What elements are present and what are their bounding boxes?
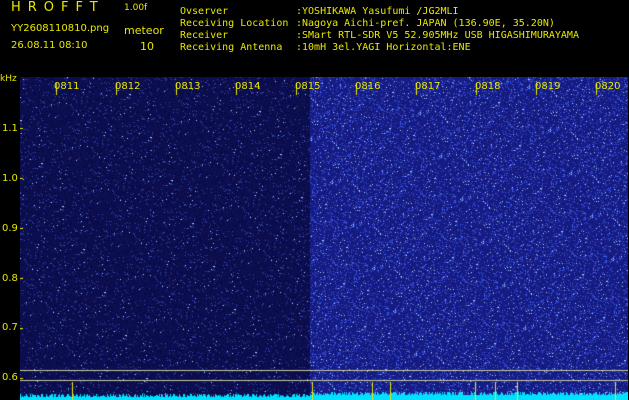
version-label: 1.00f: [124, 3, 148, 13]
time-tick-0815: 0815: [295, 81, 321, 92]
y-axis-unit: kHz: [0, 74, 17, 84]
meteor-count: 10: [140, 40, 154, 53]
station-value-location: :Nagoya Aichi-pref. JAPAN (136.90E, 35.2…: [296, 18, 555, 29]
datetime-label: 26.08.11 08:10: [11, 40, 88, 51]
filename-label: YY2608110810.png: [11, 23, 110, 34]
station-key-antenna: Receiving Antenna: [180, 42, 283, 53]
time-tick-0819: 0819: [535, 81, 561, 92]
station-key-location: Receiving Location: [180, 18, 289, 29]
station-value-receiver: :SMart RTL-SDR V5 52.905MHz USB HIGASHIM…: [296, 30, 579, 41]
y-tick-0.8: 0.8: [2, 273, 18, 284]
spectrogram-plot: [20, 77, 628, 400]
time-tick-0812: 0812: [115, 81, 141, 92]
hrofft-window: HROFFT 1.00f YY2608110810.png 26.08.11 0…: [0, 0, 629, 400]
app-title: HROFFT: [11, 0, 105, 15]
y-tick-1.1: 1.1: [2, 123, 18, 134]
y-tick-0.7: 0.7: [2, 322, 18, 333]
station-value-observer: :YOSHIKAWA Yasufumi /JG2MLI: [296, 6, 459, 17]
time-tick-0820: 0820: [595, 81, 621, 92]
y-tick-0.6: 0.6: [2, 372, 18, 383]
time-tick-0813: 0813: [175, 81, 201, 92]
time-tick-0816: 0816: [355, 81, 381, 92]
time-tick-0817: 0817: [415, 81, 441, 92]
station-key-observer: Ovserver: [180, 6, 229, 17]
y-tick-1.0: 1.0: [2, 173, 18, 184]
time-tick-0818: 0818: [475, 81, 501, 92]
time-tick-0814: 0814: [235, 81, 261, 92]
time-tick-0811: 0811: [54, 81, 80, 92]
station-value-antenna: :10mH 3el.YAGI Horizontal:ENE: [296, 42, 471, 53]
meteor-label: meteor: [124, 24, 164, 37]
y-tick-0.9: 0.9: [2, 223, 18, 234]
station-key-receiver: Receiver: [180, 30, 229, 41]
